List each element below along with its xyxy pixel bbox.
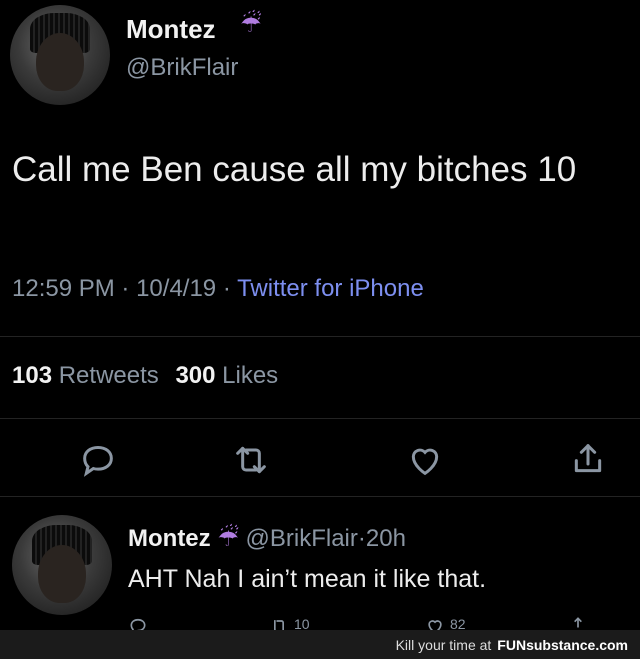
footer-tagline: Kill your time at [395,636,492,653]
reply-reply-icon[interactable] [128,616,148,630]
heart-icon[interactable] [404,440,446,480]
tweet-date: 10/4/19 [136,275,217,302]
likes-label: Likes [222,362,279,389]
reply-header: Montez ☔ @BrikFlair·20h [128,524,406,553]
reply-text: AHT Nah I ain’t mean it like that. [128,565,487,593]
tweet-time: 12:59 PM [12,275,115,302]
tweet-stats: 103 Retweets 300 Likes [12,362,278,390]
watermark-footer: Kill your time at FUNsubstance.com [0,630,640,659]
reply-icon[interactable] [78,440,118,480]
reply-age: 20h [365,525,406,552]
reply-share-icon[interactable] [568,614,588,630]
avatar-face [36,33,84,91]
retweets-label: Retweets [58,362,159,389]
retweets-stat[interactable]: 103 Retweets [12,362,165,389]
meta-separator: · [357,525,366,552]
umbrella-emoji-icon: ☔ [217,525,239,552]
meta-separator: · [121,275,130,302]
tweet-meta: 12:59 PM · 10/4/19 · Twitter for iPhone [12,275,424,303]
likes-count: 300 [175,362,216,389]
divider [0,496,640,497]
reply-heart-icon[interactable] [424,616,446,630]
retweet-icon[interactable] [230,440,272,480]
umbrella-emoji-icon: ☔ [240,11,262,38]
reply-handle[interactable]: @BrikFlair [246,525,358,552]
likes-stat[interactable]: 300 Likes [175,362,278,389]
author-avatar[interactable] [10,5,110,105]
tweet-source-link[interactable]: Twitter for iPhone [237,275,424,302]
reply-likes-count: 82 [450,616,466,630]
tweet-text: Call me Ben cause all my bitches 10 [12,150,577,189]
divider [0,418,640,419]
divider [0,336,640,337]
author-name[interactable]: Montez [126,14,216,45]
reply-retweets-count: 10 [294,616,310,630]
footer-brand-link[interactable]: FUNsubstance.com [497,637,628,653]
reply-action-row: 10 82 [128,612,598,630]
meta-separator: · [222,275,231,302]
reply-author-name[interactable]: Montez [128,525,211,552]
avatar-face [38,545,86,603]
retweets-count: 103 [12,362,53,389]
reply-retweet-icon[interactable] [268,616,290,630]
author-handle[interactable]: @BrikFlair [126,54,238,82]
reply-author-avatar[interactable] [12,515,112,615]
share-icon[interactable] [568,438,608,480]
